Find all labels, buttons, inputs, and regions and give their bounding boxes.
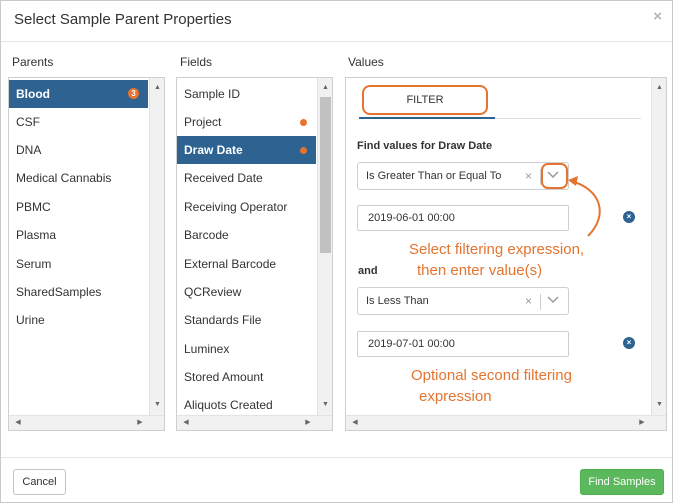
parent-item-label: Blood [16,87,50,101]
sample-parent-properties-dialog: Select Sample Parent Properties × Parent… [0,0,673,503]
tab-filter[interactable]: FILTER [362,85,488,115]
scroll-down-icon[interactable]: ▼ [318,398,332,412]
scroll-left-icon[interactable]: ◀ [11,416,25,430]
parents-vertical-scrollbar[interactable]: ▲ ▼ [149,78,164,415]
field-item-stored-amount[interactable]: Stored Amount [177,363,263,391]
scroll-up-icon[interactable]: ▲ [652,81,666,95]
field-item-qcreview[interactable]: QCReview [177,278,241,306]
field-item-luminex[interactable]: Luminex [177,335,229,363]
clear-icon[interactable]: × [525,169,532,183]
parents-column-label: Parents [12,55,54,69]
parent-item-dna[interactable]: DNA [9,136,41,164]
fields-column-label: Fields [180,55,213,69]
first-filter-value-input[interactable] [357,205,569,231]
count-badge: 3 [128,88,139,99]
dialog-header: Select Sample Parent Properties × [1,1,672,42]
dialog-footer-divider [1,457,672,458]
field-item-receiving-operator[interactable]: Receiving Operator [177,193,287,221]
scroll-up-icon[interactable]: ▲ [150,81,164,95]
field-item-project[interactable]: Project [177,108,221,136]
values-vertical-scrollbar[interactable]: ▲ ▼ [651,78,666,415]
filter-indicator-dot [300,119,307,126]
active-tab-indicator [359,117,495,119]
annotation-line: Optional second filtering [411,367,572,384]
scroll-right-icon[interactable]: ▶ [301,416,315,430]
selected-expression: Is Less Than [366,295,429,307]
clear-icon[interactable]: × [525,294,532,308]
dropdown-highlight-callout [541,163,568,189]
annotation-line: then enter value(s) [417,262,543,279]
clear-value-icon[interactable]: × [623,337,635,349]
field-item-standards-file[interactable]: Standards File [177,306,261,334]
selected-expression: Is Greater Than or Equal To [366,170,502,182]
clear-value-icon[interactable]: × [623,211,635,223]
fields-list[interactable]: Sample ID Project Draw Date Received Dat… [176,77,333,431]
parents-list[interactable]: Blood 3 CSF DNA Medical Cannabis PBMC Pl… [8,77,165,431]
annotation-line: expression [419,388,492,405]
scroll-down-icon[interactable]: ▼ [150,398,164,412]
second-filter-value-input[interactable] [357,331,569,357]
field-item-label: Draw Date [184,143,243,157]
second-filter-expression-select[interactable]: Is Less Than × [357,287,569,315]
scroll-left-icon[interactable]: ◀ [348,416,362,430]
find-samples-button[interactable]: Find Samples [580,469,664,495]
annotation-line: Select filtering expression, [409,241,585,258]
values-column-label: Values [348,55,384,69]
filter-indicator-dot [300,147,307,154]
parents-horizontal-scrollbar[interactable]: ◀ ▶ [9,415,164,430]
scroll-thumb[interactable] [320,97,331,253]
parent-item-urine[interactable]: Urine [9,306,45,334]
scroll-up-icon[interactable]: ▲ [318,81,332,95]
scroll-right-icon[interactable]: ▶ [133,416,147,430]
fields-horizontal-scrollbar[interactable]: ◀ ▶ [177,415,332,430]
scroll-right-icon[interactable]: ▶ [635,416,649,430]
field-item-barcode[interactable]: Barcode [177,221,229,249]
tab-divider [495,118,641,119]
dialog-title: Select Sample Parent Properties [14,11,232,28]
scroll-down-icon[interactable]: ▼ [652,398,666,412]
close-icon[interactable]: × [653,8,662,25]
scroll-left-icon[interactable]: ◀ [179,416,193,430]
values-horizontal-scrollbar[interactable]: ◀ ▶ [346,415,666,430]
parent-item-sharedsamples[interactable]: SharedSamples [9,278,101,306]
field-item-sample-id[interactable]: Sample ID [177,80,240,108]
parent-item-csf[interactable]: CSF [9,108,40,136]
field-item-draw-date[interactable]: Draw Date [177,136,316,164]
first-filter-expression-select[interactable]: Is Greater Than or Equal To × [357,162,569,190]
select-divider [540,294,541,310]
and-label: and [358,265,378,277]
field-item-received-date[interactable]: Received Date [177,164,263,192]
find-values-label: Find values for Draw Date [357,140,493,152]
field-item-external-barcode[interactable]: External Barcode [177,250,276,278]
chevron-down-icon[interactable] [545,291,561,307]
parent-item-medical-cannabis[interactable]: Medical Cannabis [9,164,111,192]
parent-item-serum[interactable]: Serum [9,250,51,278]
fields-vertical-scrollbar[interactable]: ▲ ▼ [317,78,332,415]
cancel-button[interactable]: Cancel [13,469,66,495]
parent-item-plasma[interactable]: Plasma [9,221,56,249]
parent-item-pbmc[interactable]: PBMC [9,193,51,221]
